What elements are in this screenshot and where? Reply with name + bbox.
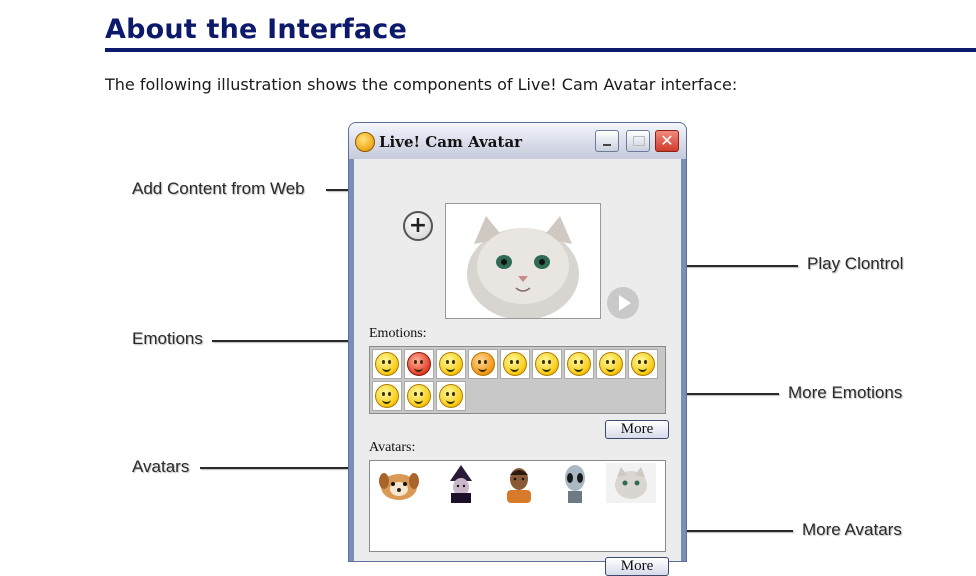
emotion-item[interactable]	[404, 381, 434, 411]
laugh-face-icon	[631, 352, 655, 376]
close-icon: ✕	[660, 131, 674, 150]
emotion-item[interactable]	[564, 349, 594, 379]
alien-avatar-icon[interactable]	[550, 463, 600, 503]
page-title: About the Interface	[105, 14, 408, 45]
emotion-item[interactable]	[532, 349, 562, 379]
smile-face-icon	[439, 352, 463, 376]
callout-add-content: Add Content from Web	[132, 179, 305, 198]
emotion-item[interactable]	[372, 381, 402, 411]
callout-emotions: Emotions	[132, 329, 203, 348]
plus-icon: +	[408, 213, 428, 238]
callout-avatars: Avatars	[132, 457, 190, 476]
callout-more-emotions: More Emotions	[788, 383, 903, 402]
sleepy-face-icon	[567, 352, 591, 376]
sick-face-icon	[375, 352, 399, 376]
more-avatars-button[interactable]: More	[605, 557, 669, 576]
callout-more-avatars: More Avatars	[802, 520, 902, 539]
emotion-item[interactable]	[436, 381, 466, 411]
title-rule	[105, 48, 976, 52]
witch-avatar-icon[interactable]	[436, 463, 486, 503]
grin-face-icon	[599, 352, 623, 376]
window-title: Live! Cam Avatar	[379, 133, 523, 151]
surprised-face-icon	[375, 384, 399, 408]
emotion-item[interactable]	[596, 349, 626, 379]
emotion-item[interactable]	[404, 349, 434, 379]
emotion-item[interactable]	[500, 349, 530, 379]
emotion-item[interactable]	[628, 349, 658, 379]
crying-face-icon	[407, 384, 431, 408]
maximize-button[interactable]	[626, 130, 650, 152]
minimize-button[interactable]	[595, 130, 619, 152]
kitten-preview-image	[446, 204, 600, 318]
leader-avatars	[200, 467, 366, 469]
leader-emotions	[212, 340, 366, 342]
kiss-face-icon	[471, 352, 495, 376]
man-avatar-icon[interactable]	[494, 463, 544, 503]
add-content-from-web-button[interactable]: +	[403, 211, 433, 241]
emotion-item[interactable]	[436, 349, 466, 379]
live-cam-avatar-window: Live! Cam Avatar ✕ + Emotions: More Avat…	[348, 122, 687, 576]
sad-face-icon	[439, 384, 463, 408]
window-client-area: + Emotions: More Avatars: More	[354, 159, 681, 576]
app-icon	[355, 132, 375, 152]
thinking-face-icon	[535, 352, 559, 376]
emotion-item[interactable]	[468, 349, 498, 379]
kitten-avatar-icon[interactable]	[606, 463, 656, 503]
emotions-panel	[369, 346, 666, 414]
callout-play-control: Play Clontrol	[807, 254, 904, 273]
window-titlebar[interactable]: Live! Cam Avatar ✕	[349, 123, 686, 159]
puppy-avatar-icon[interactable]	[374, 463, 424, 503]
avatars-panel	[369, 460, 666, 552]
close-button[interactable]: ✕	[655, 130, 679, 152]
avatar-preview	[445, 203, 601, 319]
emotion-item[interactable]	[372, 349, 402, 379]
play-control-button[interactable]	[607, 287, 639, 319]
happy-face-icon	[503, 352, 527, 376]
angry-face-icon	[407, 352, 431, 376]
emotions-label: Emotions:	[369, 326, 427, 341]
avatars-label: Avatars:	[369, 440, 416, 455]
intro-text: The following illustration shows the com…	[105, 75, 738, 94]
more-emotions-button[interactable]: More	[605, 420, 669, 439]
